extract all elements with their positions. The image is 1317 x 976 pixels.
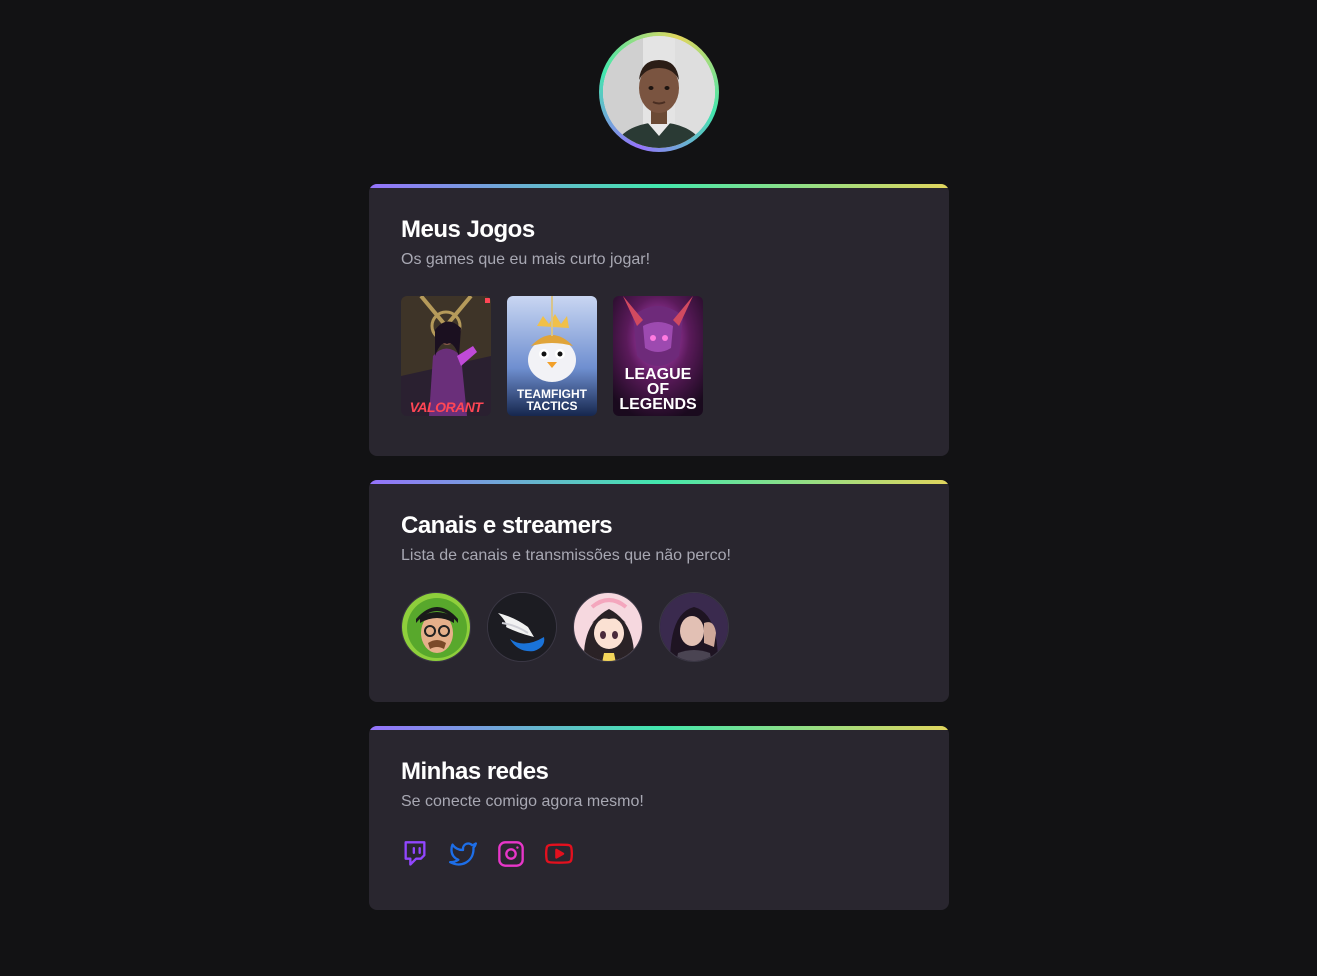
instagram-icon[interactable] — [497, 840, 525, 868]
page: Meus Jogos Os games que eu mais curto jo… — [0, 0, 1317, 976]
game-tft-label: TEAMFIGHT TACTICS — [517, 387, 587, 413]
youtube-icon[interactable] — [545, 840, 573, 868]
streamer-avatar-3[interactable] — [573, 592, 643, 662]
channels-section: Canais e streamers Lista de canais e tra… — [369, 480, 949, 702]
channels-list — [401, 592, 917, 662]
games-list: VALORANT TEAMFIGHT TACTICS LEAGUE OF LEG… — [401, 296, 917, 416]
socials-list — [401, 840, 917, 868]
streamer-avatar-1[interactable] — [401, 592, 471, 662]
socials-subtitle: Se conecte comigo agora mesmo! — [401, 793, 644, 810]
game-valorant-label: VALORANT — [409, 399, 483, 415]
games-section: Meus Jogos Os games que eu mais curto jo… — [369, 184, 949, 456]
profile-avatar — [599, 32, 719, 152]
socials-title: Minhas redes — [401, 758, 549, 785]
profile-photo — [603, 36, 715, 148]
twitch-icon[interactable] — [401, 840, 429, 868]
channels-title: Canais e streamers — [401, 512, 613, 539]
game-tft[interactable]: TEAMFIGHT TACTICS — [507, 296, 597, 416]
game-lol-label: LEAGUE OF LEGENDS — [619, 366, 697, 413]
channels-subtitle: Lista de canais e transmissões que não p… — [401, 547, 731, 564]
twitter-icon[interactable] — [449, 840, 477, 868]
games-title: Meus Jogos — [401, 216, 535, 243]
game-valorant[interactable]: VALORANT — [401, 296, 491, 416]
streamer-avatar-2[interactable] — [487, 592, 557, 662]
socials-section: Minhas redes Se conecte comigo agora mes… — [369, 726, 949, 910]
games-subtitle: Os games que eu mais curto jogar! — [401, 251, 651, 268]
game-lol[interactable]: LEAGUE OF LEGENDS — [613, 296, 703, 416]
streamer-avatar-4[interactable] — [659, 592, 729, 662]
